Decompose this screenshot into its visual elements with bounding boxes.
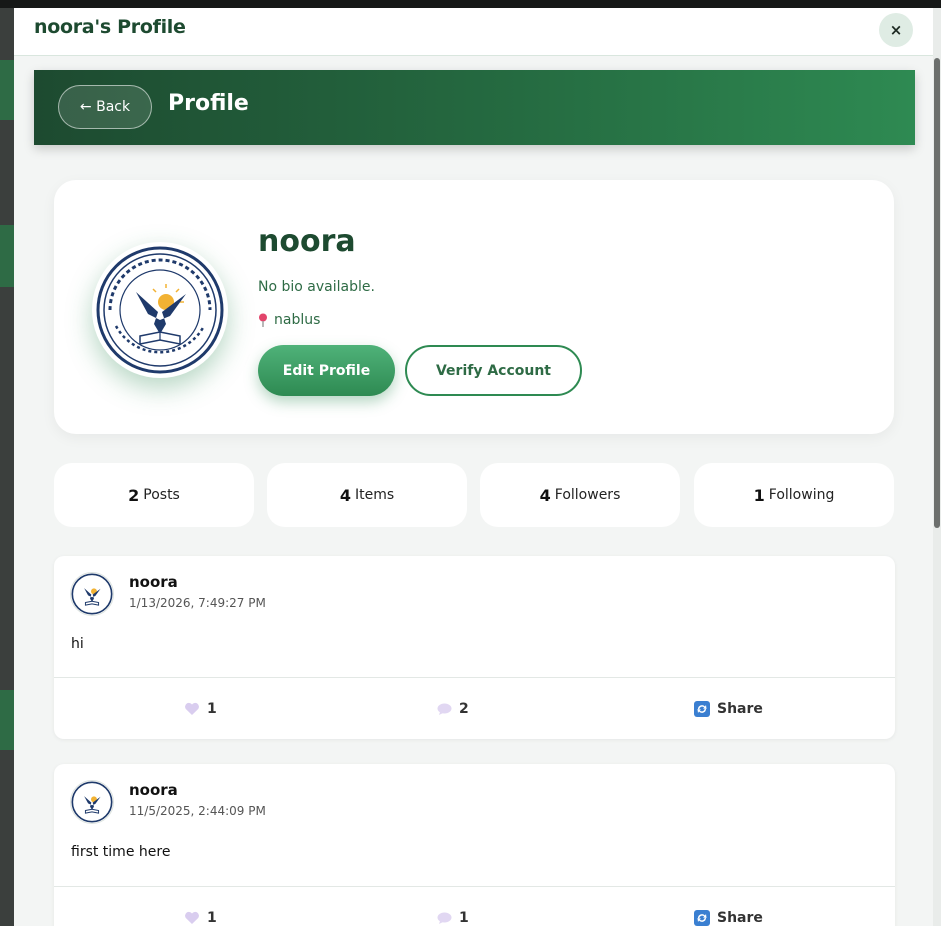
like-button[interactable]: 1 xyxy=(184,678,217,740)
comment-count: 1 xyxy=(459,910,469,926)
share-icon xyxy=(694,701,710,717)
university-seal-icon xyxy=(71,573,113,615)
location-pin-icon xyxy=(259,313,267,327)
edit-profile-button[interactable]: Edit Profile xyxy=(258,345,395,396)
modal-title: noora's Profile xyxy=(34,16,186,38)
stat-count: 4 xyxy=(339,485,351,505)
stat-followers[interactable]: 4 Followers xyxy=(480,463,680,527)
post-card: noora 11/5/2025, 2:44:09 PM first time h… xyxy=(54,764,895,926)
share-button[interactable]: Share xyxy=(694,678,763,740)
top-bar xyxy=(0,0,941,8)
comment-icon xyxy=(437,912,452,924)
share-label: Share xyxy=(717,910,763,926)
post-avatar[interactable] xyxy=(70,780,114,824)
profile-stats: 2 Posts 4 Items 4 Followers 1 Following xyxy=(54,463,896,527)
post-author[interactable]: noora xyxy=(129,573,178,591)
backdrop-stripe xyxy=(0,225,14,287)
comment-button[interactable]: 1 xyxy=(437,887,469,926)
stat-posts[interactable]: 2 Posts xyxy=(54,463,254,527)
scrollbar-thumb[interactable] xyxy=(934,58,940,528)
comment-icon xyxy=(437,703,452,715)
profile-hero-bar: ← Back Profile xyxy=(34,70,915,145)
post-content: hi xyxy=(71,636,84,652)
close-icon: × xyxy=(889,21,903,39)
stat-count: 1 xyxy=(753,485,765,505)
backdrop-stripe xyxy=(0,690,14,750)
profile-card: noora No bio available. nablus Edit Prof… xyxy=(54,180,894,434)
profile-location: nablus xyxy=(258,312,320,328)
stat-items[interactable]: 4 Items xyxy=(267,463,467,527)
share-icon xyxy=(694,910,710,926)
location-text: nablus xyxy=(274,312,321,328)
post-author[interactable]: noora xyxy=(129,781,178,799)
modal-header: noora's Profile × xyxy=(14,8,933,56)
avatar[interactable] xyxy=(92,242,228,378)
close-button[interactable]: × xyxy=(879,13,913,47)
stat-label: Posts xyxy=(143,487,180,503)
university-seal-icon xyxy=(96,246,224,374)
verify-account-button[interactable]: Verify Account xyxy=(405,345,582,396)
post-avatar[interactable] xyxy=(70,572,114,616)
stat-count: 2 xyxy=(128,485,140,505)
post-actions: 1 1 Share xyxy=(54,886,895,926)
post-actions: 1 2 Share xyxy=(54,677,895,739)
like-button[interactable]: 1 xyxy=(184,887,217,926)
stat-label: Followers xyxy=(554,487,621,503)
profile-modal: noora's Profile × ← Back Profile noora N… xyxy=(14,8,933,926)
stat-label: Following xyxy=(768,487,835,503)
share-label: Share xyxy=(717,701,763,717)
like-count: 1 xyxy=(207,701,217,717)
back-button[interactable]: ← Back xyxy=(58,85,152,129)
scrollbar[interactable] xyxy=(933,8,941,926)
comment-button[interactable]: 2 xyxy=(437,678,469,740)
profile-bio: No bio available. xyxy=(258,279,375,295)
stat-label: Items xyxy=(354,487,395,503)
like-count: 1 xyxy=(207,910,217,926)
hero-title: Profile xyxy=(168,91,249,116)
stat-following[interactable]: 1 Following xyxy=(694,463,894,527)
share-button[interactable]: Share xyxy=(694,887,763,926)
heart-icon xyxy=(185,911,199,924)
university-seal-icon xyxy=(71,781,113,823)
stat-count: 4 xyxy=(539,485,551,505)
post-content: first time here xyxy=(71,844,171,860)
post-timestamp: 1/13/2026, 7:49:27 PM xyxy=(129,596,266,610)
post-timestamp: 11/5/2025, 2:44:09 PM xyxy=(129,804,266,818)
profile-username: noora xyxy=(258,224,356,259)
post-card: noora 1/13/2026, 7:49:27 PM hi 1 2 Share xyxy=(54,556,895,739)
heart-icon xyxy=(185,702,199,715)
backdrop-stripe xyxy=(0,60,14,120)
comment-count: 2 xyxy=(459,701,469,717)
